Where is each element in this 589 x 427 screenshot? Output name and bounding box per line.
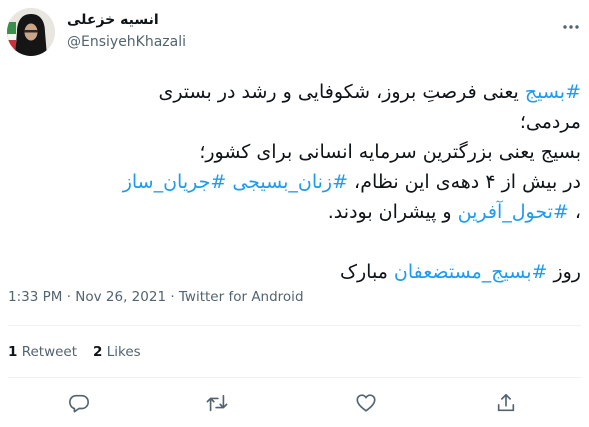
avatar[interactable] (7, 8, 55, 56)
tweet-line: #بسیج یعنی فرصتِ بروز، شکوفایی و رشد در … (8, 77, 581, 107)
meta-separator: · (62, 289, 76, 305)
action-bar (0, 390, 589, 416)
tweet-card: انسیه خزعلی @EnsiyehKhazali #بسیج یعنی ف… (0, 0, 589, 427)
tweet-text-segment: مردمی؛ (519, 111, 581, 133)
likes-count: 2 (93, 344, 103, 360)
divider (8, 377, 581, 378)
reply-button[interactable] (66, 390, 92, 416)
likes-stat[interactable]: 2 Likes (93, 344, 141, 360)
tweet-line: بسیج یعنی بزرگترین سرمایه انسانی برای کش… (8, 137, 581, 167)
retweets-stat[interactable]: 1 Retweet (8, 344, 77, 360)
tweet-text-segment: روز (547, 261, 581, 283)
tweet-line: روز #بسیج_مستضعفان مبارک (8, 257, 581, 287)
tweet-text-segment: بسیج یعنی بزرگترین سرمایه انسانی برای کش… (199, 141, 581, 163)
hashtag-link[interactable]: #بسیج_مستضعفان (394, 261, 548, 283)
more-icon (563, 25, 579, 29)
author-name[interactable]: انسیه خزعلی (67, 12, 159, 28)
tweet-text-segment: ، (568, 201, 581, 223)
tweet-line: در بیش از ۴ دهه‌ی این نظام، #زنان_بسیجی … (8, 167, 581, 197)
divider (8, 325, 581, 326)
tweet-text: #بسیج یعنی فرصتِ بروز، شکوفایی و رشد در … (8, 77, 581, 287)
tweet-text-segment: مبارک (339, 261, 394, 283)
more-button[interactable] (560, 16, 582, 38)
reply-icon (69, 394, 89, 413)
tweet-line: مردمی؛ (8, 107, 581, 137)
tweet-line: ، #تحول_آفرین و پیشران بودند. (8, 197, 581, 227)
tweet-text-segment: در بیش از ۴ دهه‌ی این نظام، (348, 171, 581, 193)
tweet-source[interactable]: Twitter for Android (179, 289, 304, 305)
share-button[interactable] (493, 390, 519, 416)
share-icon (497, 393, 515, 412)
hashtag-link[interactable]: #بسیج (525, 81, 581, 103)
hashtag-link[interactable]: #تحول_آفرین (458, 201, 569, 223)
author-handle[interactable]: @EnsiyehKhazali (67, 34, 186, 50)
retweet-icon (206, 394, 228, 412)
retweets-label: Retweet (21, 344, 78, 360)
tweet-time[interactable]: 1:33 PM (8, 289, 62, 305)
like-icon (356, 394, 376, 412)
tweet-stats: 1 Retweet 2 Likes (8, 344, 157, 360)
retweets-count: 1 (8, 344, 18, 360)
tweet-date[interactable]: Nov 26, 2021 (75, 289, 166, 305)
retweet-button[interactable] (204, 390, 230, 416)
likes-label: Likes (106, 344, 141, 360)
tweet-line (8, 227, 581, 257)
meta-separator: · (166, 289, 179, 305)
tweet-text-segment: یعنی فرصتِ بروز، شکوفایی و رشد در بستری (158, 81, 525, 103)
tweet-meta: 1:33 PM · Nov 26, 2021 · Twitter for And… (8, 289, 304, 305)
like-button[interactable] (353, 390, 379, 416)
tweet-text-segment: و پیشران بودند. (327, 201, 458, 223)
hashtag-link[interactable]: #زنان_بسیجی (232, 171, 348, 193)
avatar-image (7, 8, 55, 56)
hashtag-link[interactable]: #جریان_ساز (123, 171, 227, 193)
